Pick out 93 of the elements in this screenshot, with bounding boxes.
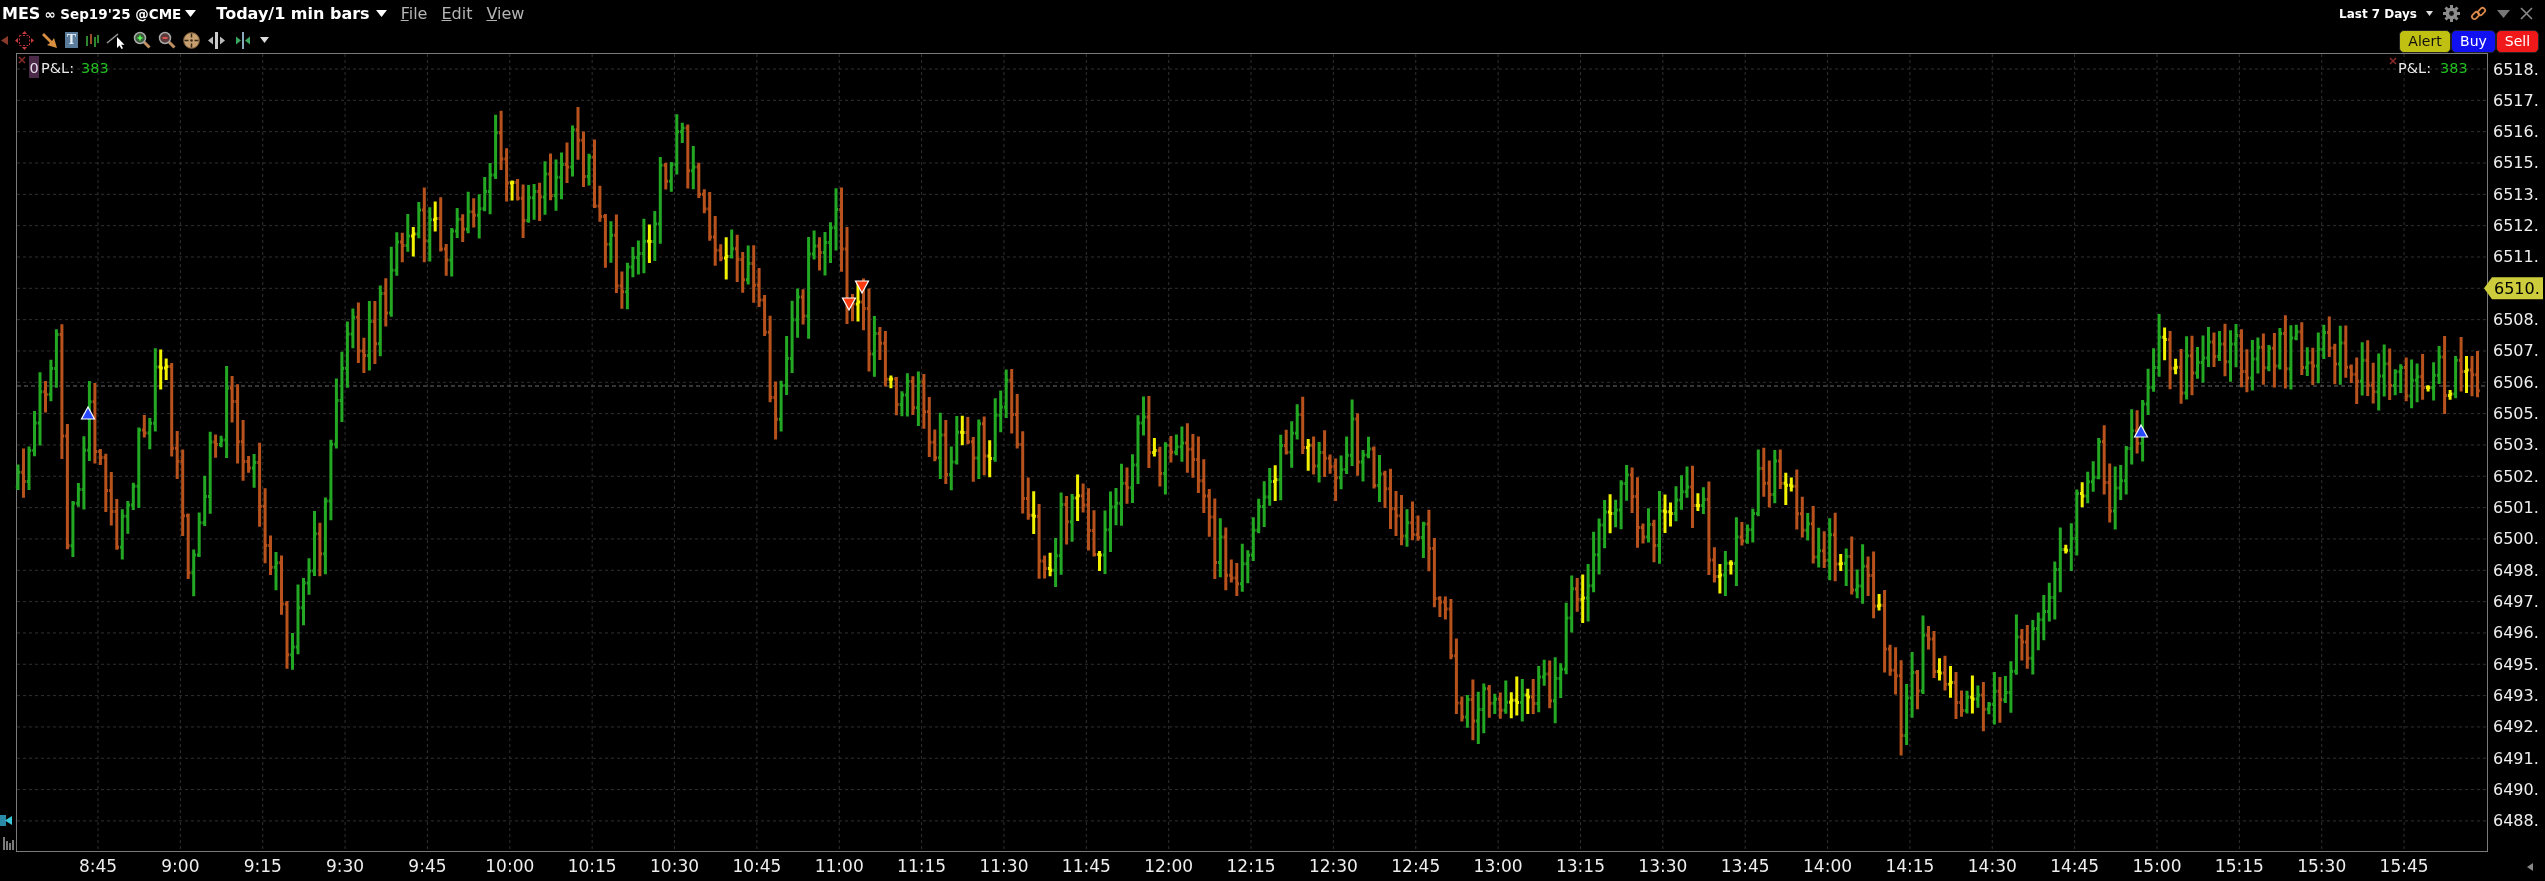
pnl-value: 383 xyxy=(2440,60,2468,76)
time-axis-label: 8:45 xyxy=(78,856,118,876)
time-axis-label: 15:00 xyxy=(2132,856,2182,876)
time-axis-label: 14:00 xyxy=(1803,856,1853,876)
price-axis-label: 6503. xyxy=(2493,435,2539,455)
time-axis-label: 13:15 xyxy=(1556,856,1605,876)
price-axis-label: 6491. xyxy=(2493,748,2539,768)
price-axis-label: 6495. xyxy=(2493,654,2539,674)
time-axis-label: 15:30 xyxy=(2297,856,2347,876)
time-axis-label: 11:00 xyxy=(814,856,864,876)
price-axis-label: 6490. xyxy=(2493,780,2539,800)
pnl-label: P&L: xyxy=(2398,60,2431,76)
time-axis-label: 11:45 xyxy=(1061,856,1111,876)
price-axis-label: 6512. xyxy=(2493,216,2539,236)
time-axis-label: 15:45 xyxy=(2379,856,2429,876)
alert-button[interactable]: Alert xyxy=(2399,29,2451,53)
compress-icon[interactable] xyxy=(233,31,253,49)
settings-icon[interactable] xyxy=(2443,5,2460,22)
price-axis-label: 6506. xyxy=(2493,372,2539,392)
price-axis-label: 6505. xyxy=(2493,404,2539,424)
time-axis-label: 14:45 xyxy=(2050,856,2100,876)
split-arrows-icon[interactable] xyxy=(207,31,226,49)
time-axis-label: 12:00 xyxy=(1144,856,1194,876)
time-axis-label: 13:30 xyxy=(1638,856,1688,876)
time-axis-label: 13:45 xyxy=(1720,856,1770,876)
buy-button[interactable]: Buy xyxy=(2451,29,2496,53)
time-axis-label: 13:00 xyxy=(1473,856,1523,876)
caret-icon xyxy=(375,10,387,17)
range-dropdown[interactable]: Last 7 Days xyxy=(2339,6,2433,21)
move-icon[interactable] xyxy=(15,30,34,50)
period-dropdown[interactable]: Today/1 min bars xyxy=(216,4,387,23)
sell-button[interactable]: Sell xyxy=(2496,29,2539,53)
price-axis-label: 6513. xyxy=(2493,184,2539,204)
price-axis-label: 6501. xyxy=(2493,498,2539,518)
left-caret-icon[interactable] xyxy=(1,35,8,45)
caret-icon xyxy=(185,10,197,17)
time-axis-label: 14:15 xyxy=(1885,856,1935,876)
time-axis-label: 15:15 xyxy=(2214,856,2264,876)
price-axis-label: 6518. xyxy=(2493,59,2539,79)
down-triangle-icon xyxy=(854,280,870,295)
up-triangle-icon xyxy=(80,405,96,420)
position-count: 0 xyxy=(29,56,39,78)
bars-icon[interactable] xyxy=(85,31,99,49)
pnl-value: 383 xyxy=(81,60,109,76)
up-triangle-icon xyxy=(2133,423,2149,438)
price-tag: 6510. xyxy=(2484,277,2543,300)
price-axis-label: 6497. xyxy=(2493,592,2539,612)
arrow-icon[interactable] xyxy=(41,31,58,49)
price-axis-label: 6493. xyxy=(2493,686,2539,706)
trendline-icon[interactable] xyxy=(106,31,126,49)
crosshair-icon[interactable] xyxy=(183,31,200,49)
price-axis-label: 6507. xyxy=(2493,341,2539,361)
pnl-label: P&L: xyxy=(41,60,74,76)
caret-icon xyxy=(2426,11,2433,16)
time-axis-label: 10:00 xyxy=(485,856,535,876)
menu-item[interactable]: View xyxy=(486,4,525,23)
text-tool-button[interactable]: T xyxy=(65,32,78,48)
time-axis-label: 12:45 xyxy=(1391,856,1441,876)
time-axis-label: 9:00 xyxy=(161,856,200,876)
price-axis-label: 6496. xyxy=(2493,623,2539,643)
price-axis-label: 6500. xyxy=(2493,529,2539,549)
time-axis-label: 12:30 xyxy=(1308,856,1358,876)
zoom-in-icon[interactable] xyxy=(133,31,151,49)
price-axis-label: 6498. xyxy=(2493,560,2539,580)
time-axis-label: 10:15 xyxy=(567,856,617,876)
price-axis-label: 6492. xyxy=(2493,717,2539,737)
price-axis-label: 6488. xyxy=(2493,811,2539,831)
zoom-out-icon[interactable] xyxy=(158,31,176,49)
caret-icon[interactable] xyxy=(260,37,269,43)
price-axis-label: 6515. xyxy=(2493,153,2539,173)
time-axis-label: 11:30 xyxy=(979,856,1029,876)
bars-icon xyxy=(3,836,14,851)
menu-item[interactable]: Edit xyxy=(441,4,473,23)
price-axis-label: 6502. xyxy=(2493,466,2539,486)
time-axis-label: 11:15 xyxy=(897,856,947,876)
time-axis-label: 10:45 xyxy=(732,856,782,876)
time-axis-label: 12:15 xyxy=(1226,856,1276,876)
time-axis-label: 9:45 xyxy=(408,856,447,876)
menu-item[interactable]: File xyxy=(400,4,428,23)
price-axis-label: 6508. xyxy=(2493,310,2539,330)
close-icon[interactable] xyxy=(2520,7,2533,20)
down-triangle-icon xyxy=(841,297,857,312)
symbol-dropdown[interactable]: MES ∞ Sep19'25 @CME xyxy=(2,4,197,23)
left-arrow-icon[interactable] xyxy=(0,815,12,826)
price-axis-label: 6516. xyxy=(2493,122,2539,142)
price-axis-label: 6511. xyxy=(2493,247,2539,267)
time-axis-label: 14:30 xyxy=(1967,856,2017,876)
chain-link-icon[interactable] xyxy=(2470,5,2487,22)
time-axis-label: 10:30 xyxy=(650,856,699,876)
time-axis-label: 9:15 xyxy=(243,856,282,876)
left-arrow-icon[interactable] xyxy=(2527,863,2533,871)
price-axis-label: 6517. xyxy=(2493,90,2539,110)
time-axis-label: 9:30 xyxy=(326,856,365,876)
